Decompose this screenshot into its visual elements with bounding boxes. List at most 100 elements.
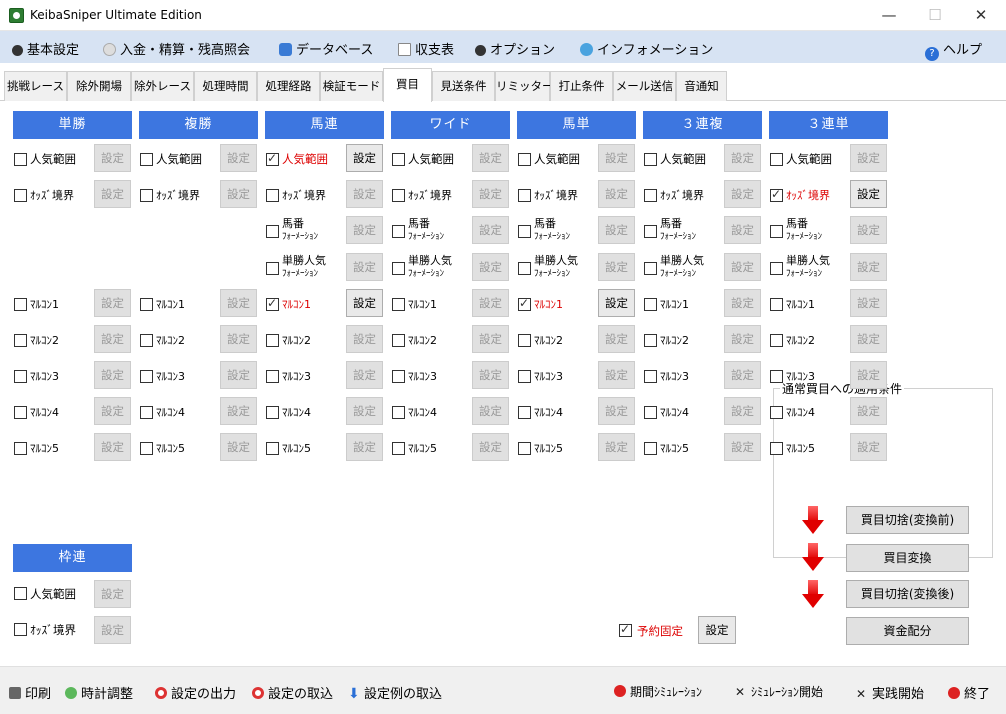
marukon1-settings-button[interactable]: 設定: [850, 289, 887, 317]
cut-before-convert-button[interactable]: 買目切捨(変換前): [846, 506, 969, 534]
marukon5-checkbox[interactable]: [392, 442, 405, 455]
wakuren-odds-settings-button[interactable]: 設定: [94, 616, 131, 644]
tab-process-route[interactable]: 処理経路: [257, 71, 320, 101]
odds-settings-button[interactable]: 設定: [598, 180, 635, 208]
marukon3-settings-button[interactable]: 設定: [850, 361, 887, 389]
ninki-checkbox[interactable]: [518, 153, 531, 166]
marukon5-checkbox[interactable]: [644, 442, 657, 455]
marukon4-settings-button[interactable]: 設定: [724, 397, 761, 425]
menu-help[interactable]: ? ヘルプ: [925, 39, 982, 61]
ninki-settings-button[interactable]: 設定: [724, 144, 761, 172]
wakuren-ninki-settings-button[interactable]: 設定: [94, 580, 131, 608]
menu-options[interactable]: オプション: [475, 39, 555, 58]
marukon1-checkbox[interactable]: [14, 298, 27, 311]
tanninki-settings-button[interactable]: 設定: [472, 253, 509, 281]
marukon3-checkbox[interactable]: [392, 370, 405, 383]
odds-checkbox[interactable]: [266, 189, 279, 202]
close-button[interactable]: ✕: [958, 0, 1004, 31]
marukon4-checkbox[interactable]: [770, 406, 783, 419]
marukon2-checkbox[interactable]: [140, 334, 153, 347]
marukon3-checkbox[interactable]: [770, 370, 783, 383]
tanninki-checkbox[interactable]: [266, 262, 279, 275]
ninki-settings-button[interactable]: 設定: [472, 144, 509, 172]
marukon5-checkbox[interactable]: [140, 442, 153, 455]
marukon2-settings-button[interactable]: 設定: [850, 325, 887, 353]
marukon2-settings-button[interactable]: 設定: [94, 325, 131, 353]
ninki-settings-button[interactable]: 設定: [598, 144, 635, 172]
clock-adjust-button[interactable]: 時計調整: [65, 683, 133, 702]
ninki-checkbox[interactable]: [140, 153, 153, 166]
umaban-checkbox[interactable]: [518, 225, 531, 238]
odds-checkbox[interactable]: [140, 189, 153, 202]
marukon5-settings-button[interactable]: 設定: [220, 433, 257, 461]
start-simulation-button[interactable]: ✕ ｼﾐｭﾚｰｼｮﾝ開始: [735, 683, 823, 700]
odds-checkbox[interactable]: [770, 187, 783, 202]
marukon1-settings-button[interactable]: 設定: [472, 289, 509, 317]
ninki-settings-button[interactable]: 設定: [220, 144, 257, 172]
print-button[interactable]: 印刷: [9, 683, 51, 702]
maximize-button[interactable]: ☐: [912, 0, 958, 31]
marukon4-settings-button[interactable]: 設定: [598, 397, 635, 425]
export-settings-button[interactable]: 設定の出力: [155, 683, 236, 702]
marukon5-settings-button[interactable]: 設定: [94, 433, 131, 461]
marukon1-settings-button[interactable]: 設定: [220, 289, 257, 317]
odds-settings-button[interactable]: 設定: [346, 180, 383, 208]
marukon5-settings-button[interactable]: 設定: [850, 433, 887, 461]
marukon3-checkbox[interactable]: [266, 370, 279, 383]
marukon3-settings-button[interactable]: 設定: [220, 361, 257, 389]
odds-settings-button[interactable]: 設定: [850, 180, 887, 208]
import-settings-button[interactable]: 設定の取込: [252, 683, 333, 702]
tab-limiter[interactable]: リミッター: [495, 71, 554, 101]
marukon2-settings-button[interactable]: 設定: [472, 325, 509, 353]
menu-balance-sheet[interactable]: 収支表: [398, 39, 454, 58]
marukon4-checkbox[interactable]: [518, 406, 531, 419]
tab-mail-send[interactable]: メール送信: [613, 71, 676, 101]
tab-process-time[interactable]: 処理時間: [194, 71, 257, 101]
marukon5-checkbox[interactable]: [518, 442, 531, 455]
marukon4-settings-button[interactable]: 設定: [850, 397, 887, 425]
tab-exclude-venue[interactable]: 除外開場: [67, 71, 131, 101]
import-sample-settings-button[interactable]: ⬇ 設定例の取込: [348, 683, 442, 702]
tanninki-checkbox[interactable]: [518, 262, 531, 275]
umaban-checkbox[interactable]: [266, 225, 279, 238]
marukon5-settings-button[interactable]: 設定: [472, 433, 509, 461]
marukon1-settings-button[interactable]: 設定: [94, 289, 131, 317]
umaban-settings-button[interactable]: 設定: [346, 216, 383, 244]
marukon4-settings-button[interactable]: 設定: [472, 397, 509, 425]
marukon4-checkbox[interactable]: [140, 406, 153, 419]
period-simulation-button[interactable]: 期間ｼﾐｭﾚｰｼｮﾝ: [614, 683, 702, 700]
marukon2-checkbox[interactable]: [518, 334, 531, 347]
marukon4-checkbox[interactable]: [644, 406, 657, 419]
odds-checkbox[interactable]: [14, 189, 27, 202]
ninki-checkbox[interactable]: [770, 153, 783, 166]
marukon4-checkbox[interactable]: [266, 406, 279, 419]
marukon1-checkbox[interactable]: [644, 298, 657, 311]
marukon1-checkbox[interactable]: [392, 298, 405, 311]
marukon2-checkbox[interactable]: [644, 334, 657, 347]
marukon5-checkbox[interactable]: [770, 442, 783, 455]
convert-bets-button[interactable]: 買目変換: [846, 544, 969, 572]
tanninki-settings-button[interactable]: 設定: [598, 253, 635, 281]
odds-checkbox[interactable]: [392, 189, 405, 202]
marukon1-checkbox[interactable]: [770, 298, 783, 311]
marukon4-settings-button[interactable]: 設定: [94, 397, 131, 425]
tanninki-checkbox[interactable]: [770, 262, 783, 275]
marukon5-checkbox[interactable]: [266, 442, 279, 455]
marukon5-settings-button[interactable]: 設定: [598, 433, 635, 461]
exit-button[interactable]: 終了: [948, 683, 990, 702]
tab-bets[interactable]: 買目: [383, 68, 432, 102]
tab-stop-conditions[interactable]: 打止条件: [550, 71, 613, 101]
marukon4-settings-button[interactable]: 設定: [346, 397, 383, 425]
ninki-settings-button[interactable]: 設定: [346, 144, 383, 172]
marukon2-checkbox[interactable]: [266, 334, 279, 347]
marukon4-checkbox[interactable]: [392, 406, 405, 419]
marukon5-settings-button[interactable]: 設定: [724, 433, 761, 461]
ninki-checkbox[interactable]: [14, 153, 27, 166]
tab-challenge-race[interactable]: 挑戦レース: [4, 71, 67, 101]
fund-allocation-button[interactable]: 資金配分: [846, 617, 969, 645]
umaban-checkbox[interactable]: [770, 225, 783, 238]
ninki-checkbox[interactable]: [644, 153, 657, 166]
marukon3-settings-button[interactable]: 設定: [346, 361, 383, 389]
tanninki-settings-button[interactable]: 設定: [346, 253, 383, 281]
umaban-checkbox[interactable]: [392, 225, 405, 238]
